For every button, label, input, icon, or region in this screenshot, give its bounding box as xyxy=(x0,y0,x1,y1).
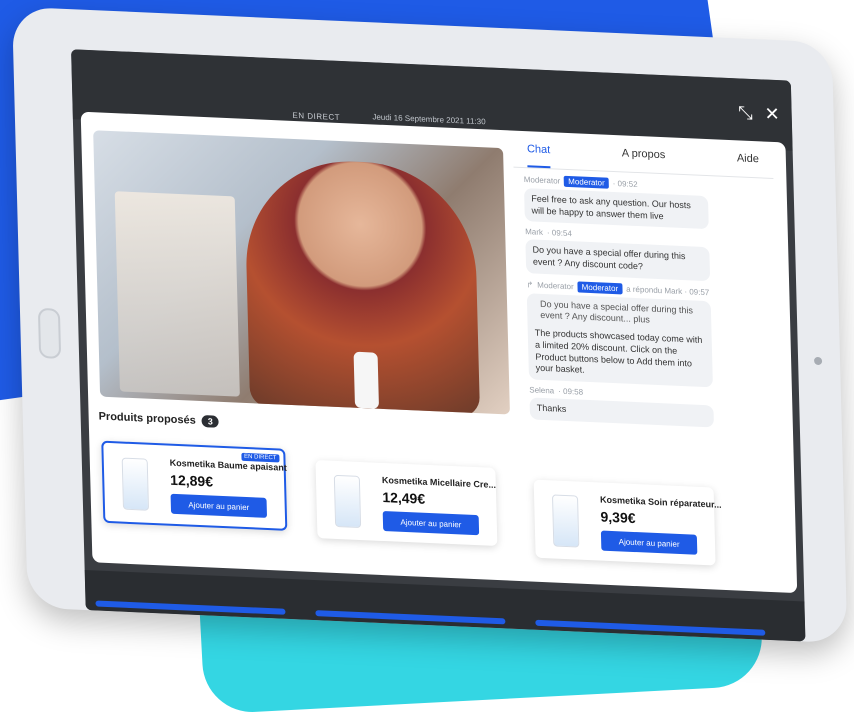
add-to-cart-button[interactable]: Ajouter au panier xyxy=(170,493,268,518)
chat-message: Mark · 09:54 Do you have a special offer… xyxy=(525,227,766,283)
message-time: · 09:52 xyxy=(612,178,638,190)
marketing-scene: EN DIRECT Jeudi 16 Septembre 2021 11:30 … xyxy=(0,0,854,715)
product-card[interactable]: EN DIRECT Kosmetika Baume apaisant 12,89… xyxy=(101,440,288,531)
product-price: 9,39€ xyxy=(600,508,636,527)
shopping-modal: Produits proposés 3 Chat A propos Aide M… xyxy=(80,111,798,594)
message-time: a répondu Mark · 09:57 xyxy=(626,284,710,297)
expand-icon[interactable]: ⤡ xyxy=(738,102,753,124)
message-author: Mark xyxy=(525,227,544,238)
tab-aide[interactable]: Aide xyxy=(737,152,760,177)
product-bottle xyxy=(353,351,380,409)
chat-message: ↱ Moderator Moderator a répondu Mark · 0… xyxy=(526,279,769,390)
page-accent-bar xyxy=(315,610,506,625)
message-time: · 09:54 xyxy=(546,228,572,239)
message-author: Moderator xyxy=(523,175,561,186)
products-count-badge: 3 xyxy=(201,415,219,428)
message-text: Do you have a special offer during this … xyxy=(526,292,713,388)
reply-icon: ↱ xyxy=(526,279,534,290)
live-video[interactable] xyxy=(93,130,510,415)
tab-chat[interactable]: Chat xyxy=(526,143,551,169)
chat-message: Moderator Moderator · 09:52 Feel free to… xyxy=(524,174,765,232)
add-to-cart-button[interactable]: Ajouter au panier xyxy=(600,530,698,555)
page-accent-bar xyxy=(95,600,286,615)
products-header: Produits proposés 3 xyxy=(98,410,219,428)
add-to-cart-button[interactable]: Ajouter au panier xyxy=(382,510,480,536)
products-label: Produits proposés xyxy=(98,410,196,427)
message-time: · 09:58 xyxy=(558,386,584,397)
product-image xyxy=(333,474,362,529)
top-icons: ⤡ ✕ xyxy=(738,102,780,125)
product-list: EN DIRECT Kosmetika Baume apaisant 12,89… xyxy=(97,430,790,580)
product-name: Kosmetika Soin réparateur... xyxy=(599,494,722,510)
product-image xyxy=(121,457,150,511)
product-card[interactable]: Kosmetika Soin réparateur... 9,39€ Ajout… xyxy=(533,479,722,566)
product-card[interactable]: Kosmetika Micellaire Cre... 12,49€ Ajout… xyxy=(315,460,498,547)
message-text: Thanks xyxy=(529,397,714,428)
clothes-rack xyxy=(114,191,240,397)
product-price: 12,89€ xyxy=(169,471,214,490)
tablet-screen: EN DIRECT Jeudi 16 Septembre 2021 11:30 … xyxy=(71,49,806,642)
chat-message: Selena · 09:58 Thanks xyxy=(529,385,770,429)
message-author: Selena xyxy=(529,385,555,396)
chat-panel: Chat A propos Aide Moderator Moderator ·… xyxy=(512,136,781,449)
close-icon[interactable]: ✕ xyxy=(764,104,780,126)
tablet-device: EN DIRECT Jeudi 16 Septembre 2021 11:30 … xyxy=(12,0,849,678)
product-name: Kosmetika Micellaire Cre... xyxy=(381,474,497,490)
message-text: Do you have a special offer during this … xyxy=(525,239,711,281)
tablet-home-button xyxy=(37,307,62,359)
tab-a-propos[interactable]: A propos xyxy=(622,147,666,173)
reply-text: The products showcased today come with a… xyxy=(534,327,703,375)
product-image xyxy=(551,494,580,548)
moderator-badge: Moderator xyxy=(577,281,623,295)
tablet-frame: EN DIRECT Jeudi 16 Septembre 2021 11:30 … xyxy=(12,6,848,644)
message-text: Feel free to ask any question. Our hosts… xyxy=(524,188,709,230)
message-author: Moderator xyxy=(537,280,574,292)
moderator-badge: Moderator xyxy=(564,175,609,189)
tablet-camera xyxy=(813,356,823,366)
chat-tabs: Chat A propos Aide xyxy=(512,136,774,179)
page-accent-bar xyxy=(535,619,766,636)
product-price: 12,49€ xyxy=(382,488,426,507)
quoted-message[interactable]: Do you have a special offer during this … xyxy=(534,298,705,329)
